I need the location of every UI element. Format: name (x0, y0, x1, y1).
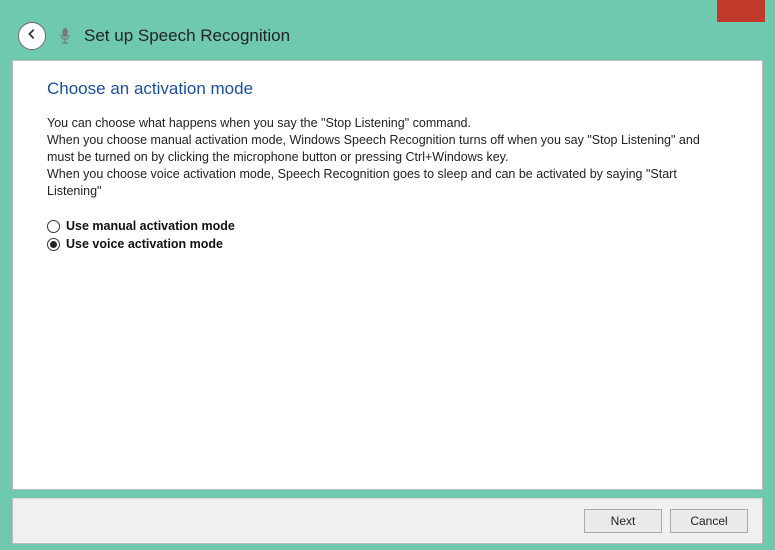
microphone-icon (58, 27, 72, 45)
radio-label-voice: Use voice activation mode (66, 237, 223, 251)
content-panel: Choose an activation mode You can choose… (12, 60, 763, 490)
back-arrow-icon (25, 27, 39, 46)
page-description: You can choose what happens when you say… (47, 115, 728, 199)
radio-icon (47, 238, 60, 251)
wizard-footer: Next Cancel (12, 498, 763, 544)
wizard-header: Set up Speech Recognition (0, 0, 775, 60)
radio-icon (47, 220, 60, 233)
activation-mode-group: Use manual activation mode Use voice act… (47, 219, 728, 251)
radio-label-manual: Use manual activation mode (66, 219, 235, 233)
radio-voice-activation[interactable]: Use voice activation mode (47, 237, 728, 251)
next-button[interactable]: Next (584, 509, 662, 533)
radio-manual-activation[interactable]: Use manual activation mode (47, 219, 728, 233)
back-button[interactable] (18, 22, 46, 50)
page-heading: Choose an activation mode (47, 79, 728, 99)
cancel-button[interactable]: Cancel (670, 509, 748, 533)
close-button[interactable] (717, 0, 765, 22)
wizard-title: Set up Speech Recognition (84, 26, 290, 46)
